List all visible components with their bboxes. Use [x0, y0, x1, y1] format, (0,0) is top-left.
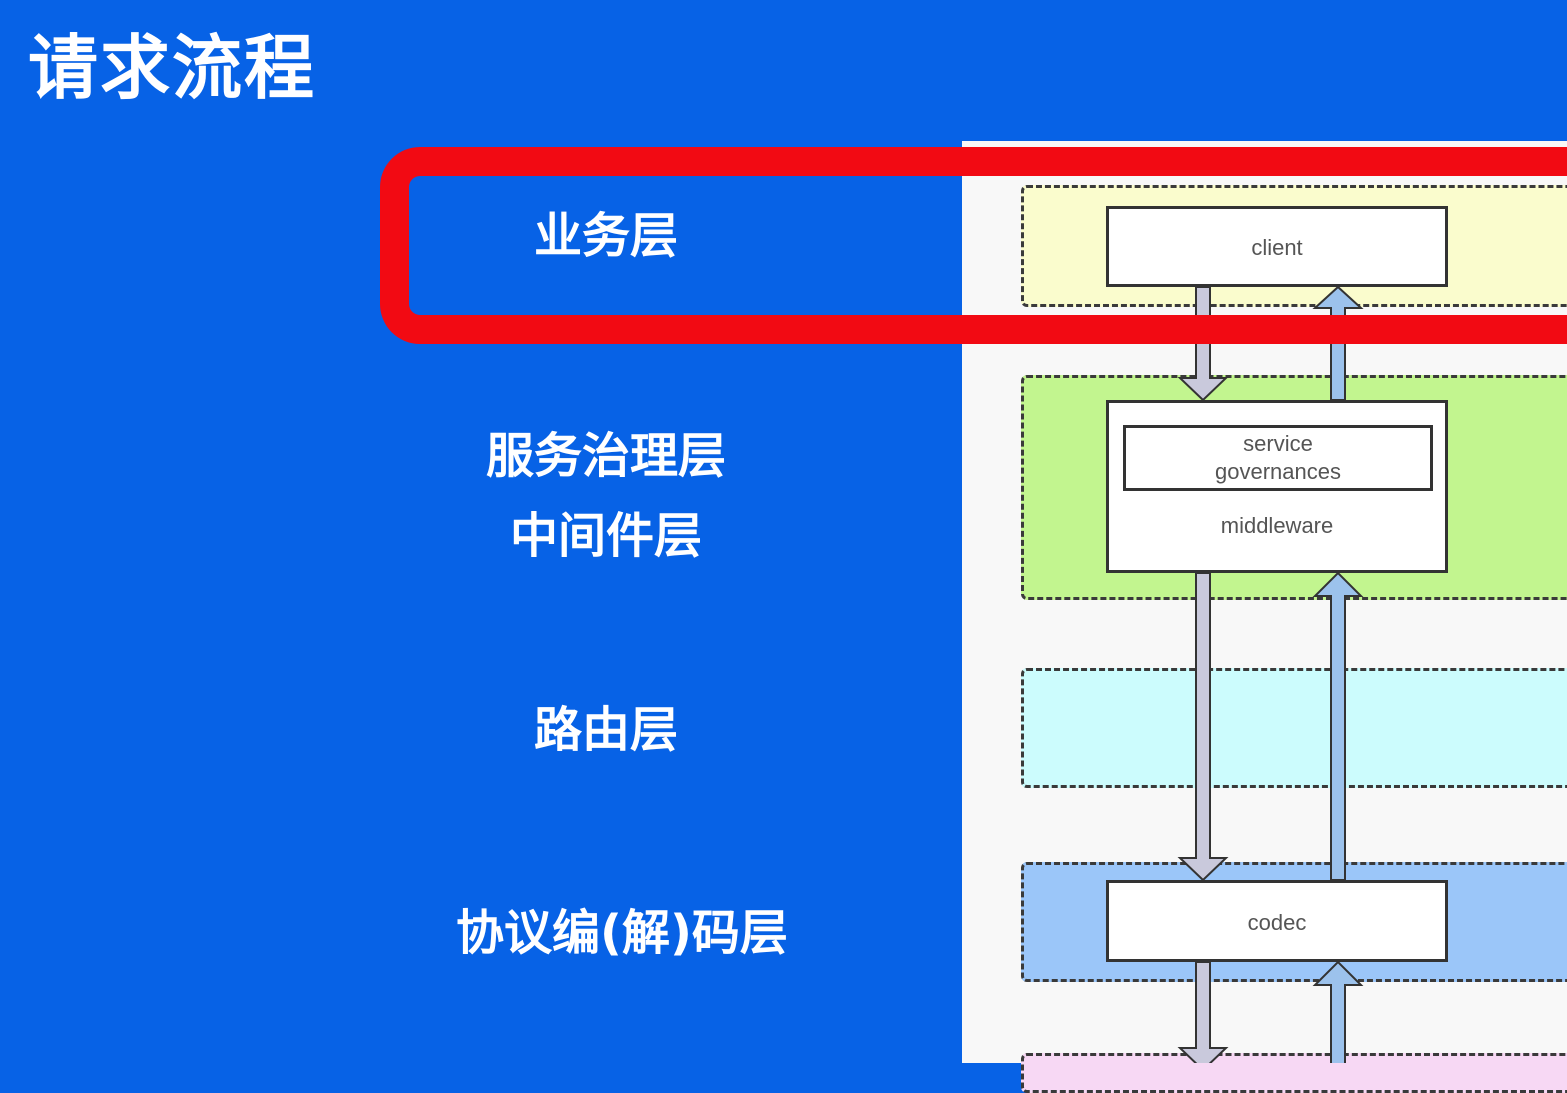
- codec-box: codec: [1106, 880, 1448, 962]
- layer-label-middleware: 中间件层: [509, 508, 703, 564]
- next-zone: [1021, 1053, 1567, 1093]
- routing-zone: [1021, 668, 1567, 788]
- layer-label-governance: 服务治理层: [485, 428, 727, 484]
- layer-label-routing: 路由层: [533, 702, 679, 758]
- page-title: 请求流程: [28, 27, 316, 109]
- business-layer-highlight: [380, 147, 1567, 344]
- layer-label-codec: 协议编(解)码层: [456, 905, 788, 961]
- service-governances-box: service governances: [1123, 425, 1433, 491]
- middleware-box: service governances middleware: [1106, 400, 1448, 573]
- middleware-label: middleware: [1220, 513, 1334, 538]
- service-governances-label: service governances: [1215, 431, 1341, 484]
- codec-label: codec: [1247, 910, 1307, 935]
